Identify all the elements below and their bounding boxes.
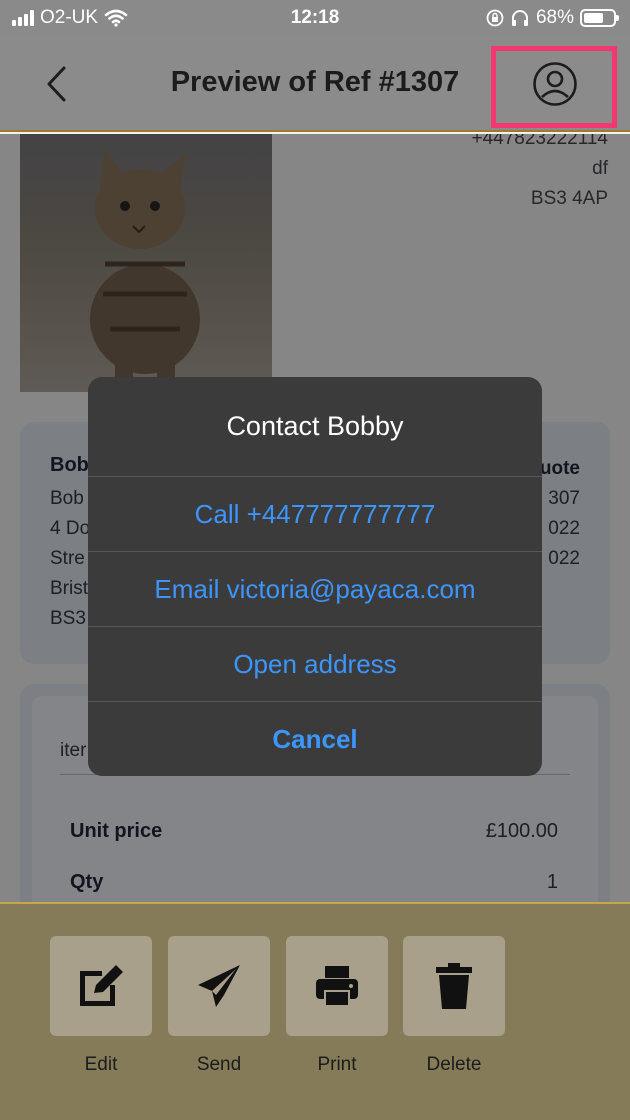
headphones-icon [511,10,528,26]
contact-action-sheet: Contact Bobby Call +447777777777 Email v… [88,377,542,776]
email-option[interactable]: Email victoria@payaca.com [88,552,542,627]
rotation-lock-icon [486,9,504,27]
paper-plane-icon [198,965,240,1007]
battery-icon [580,9,619,27]
trash-icon [436,963,472,1009]
status-right: 68% [486,7,619,29]
delete-label: Delete [426,1054,482,1075]
cancel-button[interactable]: Cancel [88,702,542,776]
send-button[interactable]: Send [168,936,270,1076]
send-tile[interactable] [168,936,270,1036]
dialog-title: Contact Bobby [88,377,542,477]
delete-button[interactable]: Delete [403,936,505,1076]
contact-profile-icon[interactable] [532,61,578,107]
call-option[interactable]: Call +447777777777 [88,477,542,552]
print-label: Print [317,1054,357,1075]
print-button[interactable]: Print [286,936,388,1076]
status-bar: O2-UK 12:18 68% [0,0,630,36]
bottom-toolbar: Edit Send Print Delete [0,902,630,1120]
print-tile[interactable] [286,936,388,1036]
edit-tile[interactable] [50,936,152,1036]
send-label: Send [196,1054,242,1075]
printer-icon [316,966,358,1007]
battery-percent: 68% [535,7,574,28]
edit-label: Edit [84,1054,118,1075]
edit-icon [80,965,123,1006]
open-address-option[interactable]: Open address [88,627,542,702]
delete-tile[interactable] [403,936,505,1036]
edit-button[interactable]: Edit [50,936,152,1076]
nav-header: Preview of Ref #1307 [0,36,630,132]
